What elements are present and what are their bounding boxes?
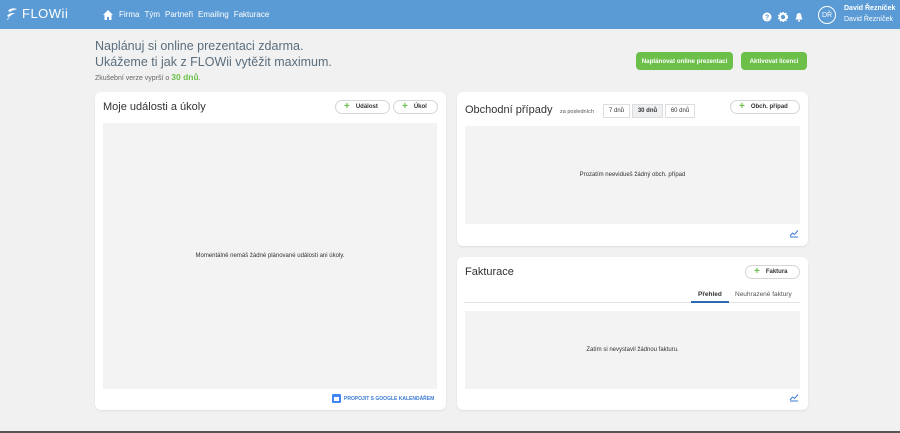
home-icon[interactable] xyxy=(102,9,114,21)
deals-title: Obchodní případy xyxy=(465,104,553,116)
period-label: za posledních xyxy=(560,109,594,115)
period-30-days[interactable]: 30 dnů xyxy=(632,104,663,118)
google-calendar-link[interactable]: PROPOJIT S GOOGLE KALENDÁŘEM xyxy=(332,394,434,403)
trial-notice: Zkušební verze vyprší o 30 dnů. xyxy=(95,72,201,82)
active-tab-indicator xyxy=(691,301,729,303)
add-deal-button[interactable]: + Obch. případ xyxy=(730,100,800,114)
plus-icon: + xyxy=(402,101,408,112)
logo-text: FLOWii xyxy=(22,6,69,21)
nav-firma[interactable]: Firma xyxy=(119,10,139,19)
plus-icon: + xyxy=(344,101,350,112)
chart-icon[interactable] xyxy=(789,393,799,402)
trial-prefix: Zkušební verze vyprší o xyxy=(95,75,170,82)
activate-license-button[interactable]: Aktivovat licenci xyxy=(741,52,807,70)
events-empty-state: Momentálně nemáš žádné plánované událost… xyxy=(103,123,437,389)
google-calendar-icon xyxy=(332,394,341,403)
add-invoice-button[interactable]: + Faktura xyxy=(745,265,800,279)
period-60-days[interactable]: 60 dnů xyxy=(665,104,695,118)
bell-icon[interactable] xyxy=(794,9,804,27)
chart-icon[interactable] xyxy=(789,229,799,238)
add-event-button[interactable]: + Událost xyxy=(335,100,390,114)
add-deal-label: Obch. případ xyxy=(750,104,788,110)
invoices-title: Fakturace xyxy=(465,266,514,278)
add-invoice-label: Faktura xyxy=(765,269,788,275)
google-calendar-label: PROPOJIT S GOOGLE KALENDÁŘEM xyxy=(344,395,435,402)
nav-tym[interactable]: Tým xyxy=(144,10,160,19)
tab-divider xyxy=(464,302,800,303)
trial-days: 30 dnů xyxy=(171,72,199,82)
nav-partneri[interactable]: Partneři xyxy=(165,10,193,19)
tab-unpaid-invoices[interactable]: Neuhrazené faktury xyxy=(735,291,792,298)
nav-fakturace[interactable]: Fakturace xyxy=(234,10,270,19)
schedule-presentation-button[interactable]: Naplánovat online prezentaci xyxy=(636,52,733,70)
deals-empty-state: Prozatím neevidueš žádný obch. případ xyxy=(465,126,800,224)
user-name[interactable]: David Řezníček xyxy=(844,5,895,12)
promo-line-1: Naplánuj si online prezentaci zdarma. xyxy=(95,39,304,53)
gear-icon[interactable] xyxy=(777,9,789,27)
add-event-label: Událost xyxy=(355,104,378,110)
avatar[interactable]: DŘ xyxy=(818,6,836,24)
plus-icon: + xyxy=(754,266,760,277)
logo[interactable]: FLOWii xyxy=(6,6,68,21)
top-icons: ? xyxy=(762,9,810,27)
invoices-empty-state: Zatím si nevystavil žádnou fakturu. xyxy=(465,311,800,389)
tab-overview[interactable]: Přehled xyxy=(698,291,722,298)
nav-emailing[interactable]: Emailing xyxy=(198,10,229,19)
user-company: David Řezníček xyxy=(844,16,894,23)
top-bar: FLOWii Firma Tým Partneři Emailing Faktu… xyxy=(0,0,900,29)
trial-suffix: . xyxy=(198,75,201,82)
events-title: Moje události a úkoly xyxy=(103,101,206,113)
add-task-label: Úkol xyxy=(413,104,427,110)
svg-text:?: ? xyxy=(765,15,769,22)
period-7-days[interactable]: 7 dnů xyxy=(603,104,630,118)
main-nav: Firma Tým Partneři Emailing Fakturace xyxy=(102,0,274,29)
flowii-logo-icon xyxy=(7,7,17,20)
plus-icon: + xyxy=(739,101,745,112)
add-task-button[interactable]: + Úkol xyxy=(393,100,438,114)
help-icon[interactable]: ? xyxy=(762,9,772,27)
promo-line-2: Ukážeme ti jak z FLOWii vytěžit maximum. xyxy=(95,55,332,69)
